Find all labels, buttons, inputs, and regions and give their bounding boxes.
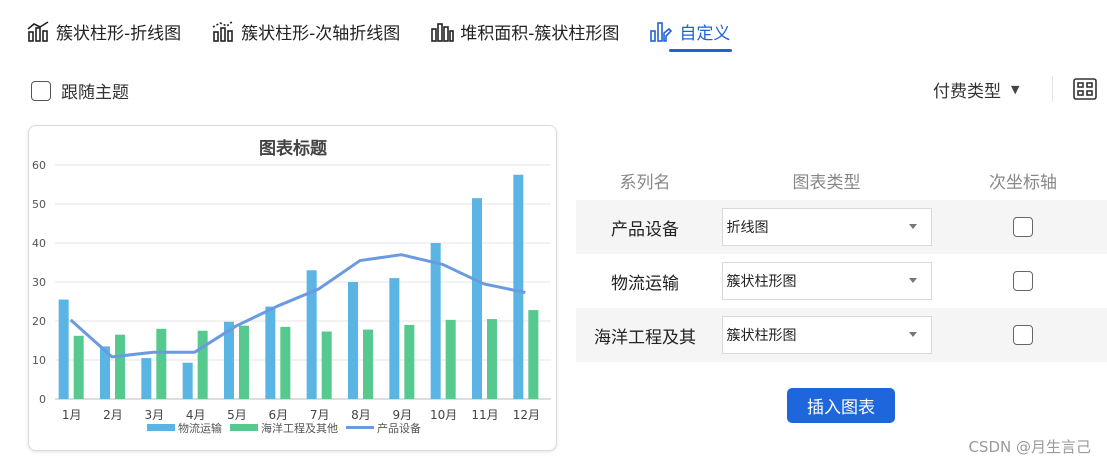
pay-type-label: 付费类型 — [933, 82, 1001, 102]
chart-type-select[interactable]: 簇状柱形图 — [721, 316, 932, 354]
chart-type-select[interactable]: 折线图 — [721, 208, 932, 246]
legend-label: 产品设备 — [377, 421, 421, 435]
bar — [404, 324, 415, 399]
y-tick-label: 40 — [32, 237, 46, 250]
bar — [265, 306, 276, 399]
bar — [445, 319, 456, 399]
x-tick-label: 11月 — [471, 408, 498, 422]
series-table: 系列名 图表类型 次坐标轴 产品设备 折线图 物流运输 簇状柱形图 海洋工程及其… — [576, 160, 1107, 362]
x-tick-label: 10月 — [430, 408, 457, 422]
table-row: 产品设备 折线图 — [576, 200, 1107, 254]
series-name: 海洋工程及其 — [594, 327, 696, 348]
chart-title: 图表标题 — [259, 138, 328, 159]
tab-clustered-column-line[interactable]: 簇状柱形-折线图 — [26, 14, 181, 48]
chevron-down-icon — [908, 278, 917, 283]
legend-swatch — [230, 424, 258, 431]
x-tick-label: 8月 — [351, 408, 371, 422]
tab-clustered-column-secondary-line[interactable]: 簇状柱形-次轴折线图 — [211, 14, 400, 48]
secondary-axis-checkbox[interactable] — [1013, 271, 1033, 291]
legend-label: 海洋工程及其他 — [261, 421, 338, 435]
x-tick-label: 9月 — [393, 408, 413, 422]
tab-label: 堆积面积-簇状柱形图 — [460, 23, 620, 44]
secondary-axis-checkbox[interactable] — [1013, 217, 1033, 237]
tab-label: 簇状柱形-次轴折线图 — [241, 23, 401, 44]
bar — [363, 329, 373, 399]
bar — [321, 331, 332, 399]
chart-type-tabs: 簇状柱形-折线图 簇状柱形-次轴折线图 堆积面积-簇状柱形图 自定义 — [26, 14, 760, 52]
bar — [280, 326, 291, 399]
chart-type-select[interactable]: 簇状柱形图 — [721, 262, 932, 300]
x-tick-label: 4月 — [186, 408, 206, 422]
bar — [197, 330, 208, 399]
y-tick-label: 60 — [32, 159, 46, 172]
active-tab-indicator — [669, 49, 733, 52]
table-row: 物流运输 簇状柱形图 — [576, 254, 1107, 308]
checkbox-box[interactable] — [31, 80, 51, 101]
tab-label: 自定义 — [679, 23, 731, 44]
follow-theme-checkbox[interactable]: 跟随主题 — [31, 78, 129, 103]
y-tick-label: 0 — [39, 393, 46, 406]
y-tick-label: 20 — [32, 315, 46, 328]
select-value: 簇状柱形图 — [726, 274, 797, 290]
bar — [348, 282, 358, 399]
x-tick-label: 2月 — [103, 408, 123, 422]
select-value: 簇状柱形图 — [726, 328, 797, 344]
x-tick-label: 12月 — [513, 408, 540, 422]
bar — [487, 319, 497, 399]
chart-svg: 图表标题 0 10 20 30 40 50 60 1月 2月 3月 4月 5月 6月 7月 8月 9月 10月 11… — [32, 138, 551, 435]
series-name: 产品设备 — [611, 219, 679, 240]
custom-chart-icon — [650, 22, 673, 42]
line-series — [69, 253, 526, 359]
x-tick-label: 3月 — [145, 408, 165, 422]
insert-chart-button[interactable]: 插入图表 — [787, 388, 895, 423]
secondary-axis-checkbox[interactable] — [1013, 325, 1033, 345]
header-series-name: 系列名 — [619, 172, 671, 193]
bar — [73, 335, 84, 399]
y-tick-label: 30 — [32, 276, 46, 289]
bar — [239, 325, 249, 399]
header-chart-type: 图表类型 — [792, 172, 861, 193]
x-tick-label: 7月 — [310, 408, 330, 422]
follow-theme-label: 跟随主题 — [61, 83, 129, 103]
series-name: 物流运输 — [611, 273, 679, 294]
select-value: 折线图 — [726, 220, 769, 236]
bar — [58, 299, 69, 399]
y-tick-label: 50 — [32, 198, 46, 211]
stacked-area-column-icon — [431, 23, 455, 42]
tab-custom[interactable]: 自定义 — [649, 14, 733, 52]
bar — [430, 243, 441, 399]
bar — [141, 358, 152, 399]
x-tick-label: 1月 — [62, 408, 82, 422]
x-tick-label: 5月 — [227, 408, 247, 422]
chart-preview-card: 图表标题 0 10 20 30 40 50 60 1月 2月 3月 4月 5月 6月 7月 8月 9月 10月 11… — [28, 125, 557, 451]
bar — [182, 362, 193, 399]
watermark: CSDN @月生言己 — [968, 438, 1091, 456]
divider — [1052, 76, 1053, 102]
combo-chart-icon — [27, 21, 49, 42]
chevron-down-icon — [908, 224, 917, 229]
x-tick-label: 6月 — [269, 408, 289, 422]
legend-label: 物流运输 — [178, 421, 222, 435]
caret-down-icon: ▼ — [1011, 83, 1020, 96]
bar — [115, 334, 125, 399]
header-secondary-axis: 次坐标轴 — [989, 172, 1057, 193]
tab-label: 簇状柱形-折线图 — [56, 23, 182, 44]
chevron-down-icon — [908, 332, 917, 337]
table-row: 海洋工程及其 簇状柱形图 — [576, 308, 1107, 362]
bar — [528, 310, 539, 399]
table-header: 系列名 图表类型 次坐标轴 — [576, 160, 1107, 200]
legend-swatch — [147, 424, 175, 431]
secondary-axis-combo-icon — [212, 20, 234, 42]
bar — [156, 328, 167, 399]
tab-stacked-area-column[interactable]: 堆积面积-簇状柱形图 — [430, 14, 619, 48]
y-tick-label: 10 — [32, 354, 46, 367]
bar — [472, 198, 482, 399]
pay-type-dropdown[interactable]: 付费类型 ▼ — [933, 77, 1019, 102]
bar — [389, 278, 400, 399]
grid-view-icon[interactable] — [1073, 78, 1097, 100]
bar — [513, 174, 524, 399]
